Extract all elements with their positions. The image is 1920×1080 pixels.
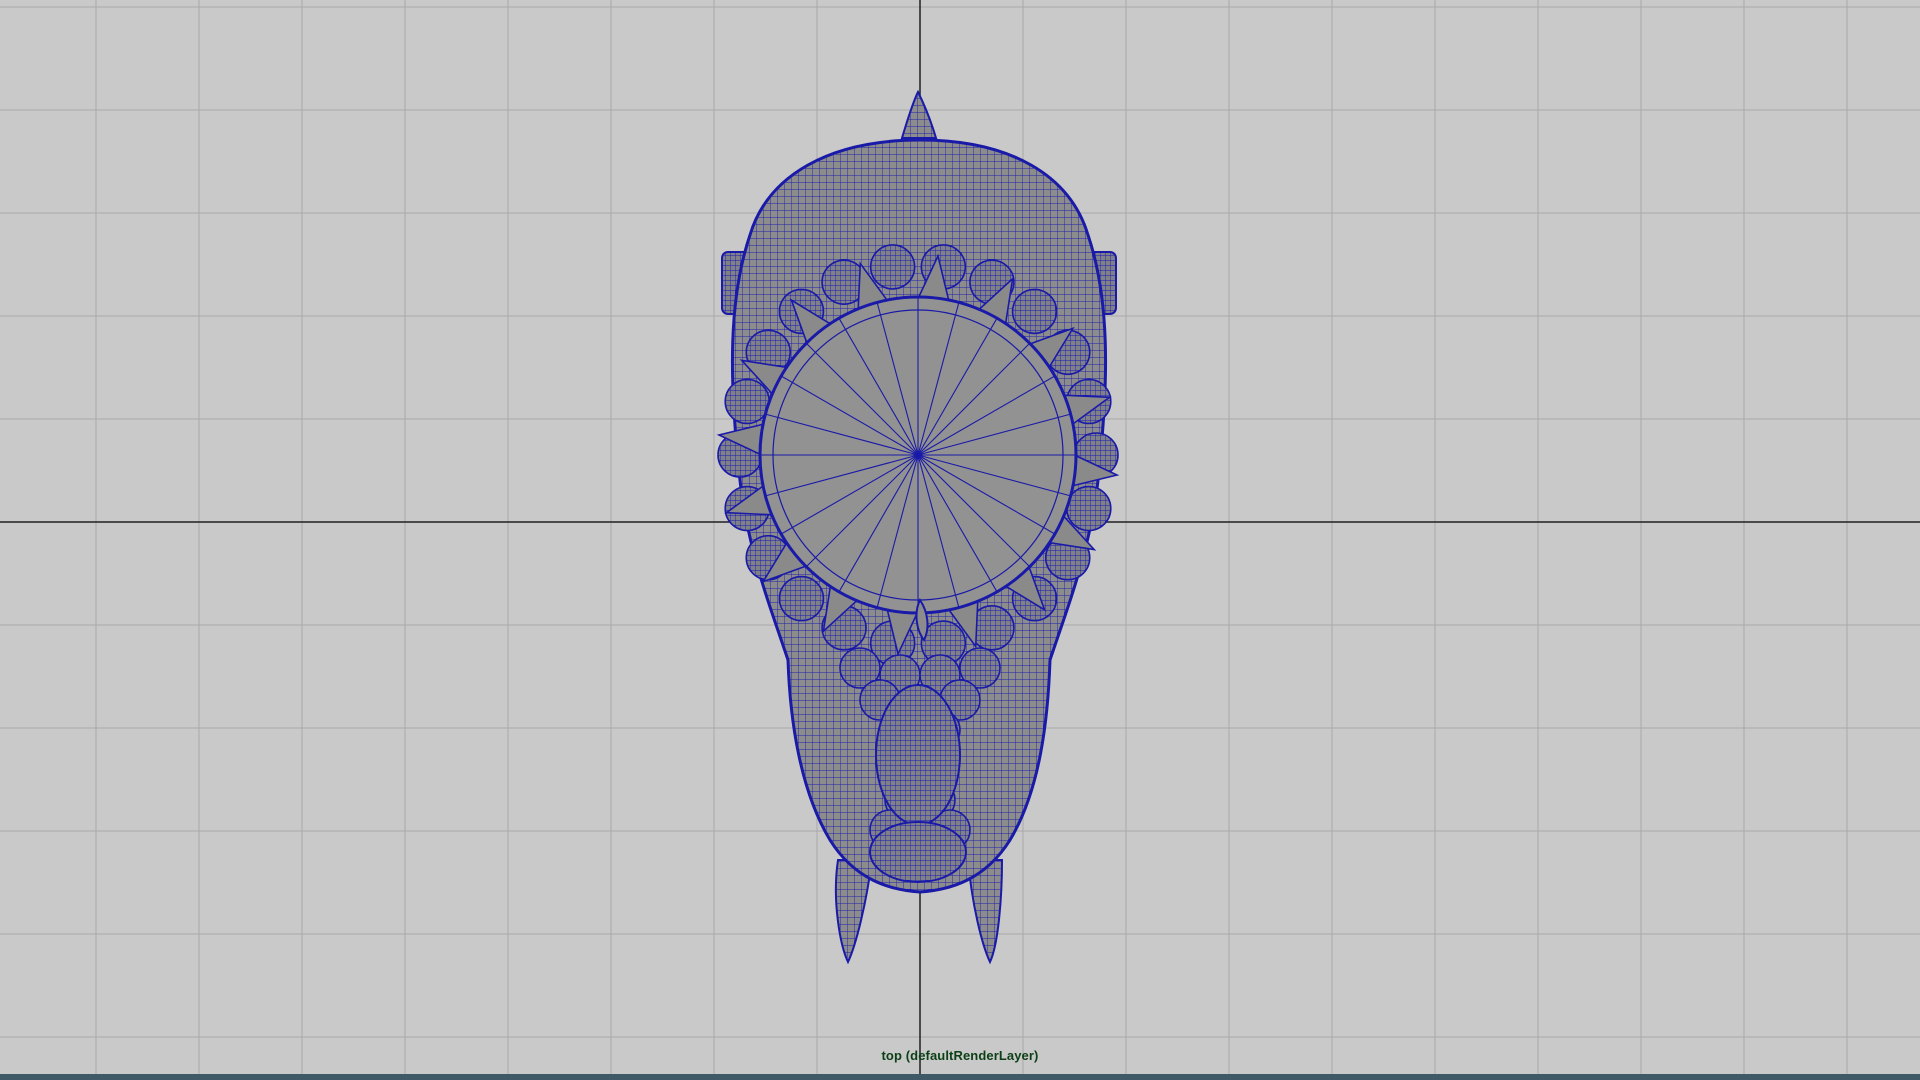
bead <box>778 575 825 622</box>
viewport-scene[interactable] <box>0 0 1920 1074</box>
top-viewport[interactable]: top (defaultRenderLayer) <box>0 0 1920 1074</box>
bead <box>1011 288 1058 335</box>
bead <box>1065 485 1112 532</box>
central-disc-spokes <box>760 297 1076 613</box>
bead <box>869 244 916 290</box>
viewport-bottom-border <box>0 1074 1920 1080</box>
chin-ornament <box>875 684 961 826</box>
mouth-ornament <box>869 821 967 883</box>
camera-label: top (defaultRenderLayer) <box>881 1048 1039 1063</box>
bead <box>724 378 771 425</box>
top-horn <box>900 89 938 139</box>
